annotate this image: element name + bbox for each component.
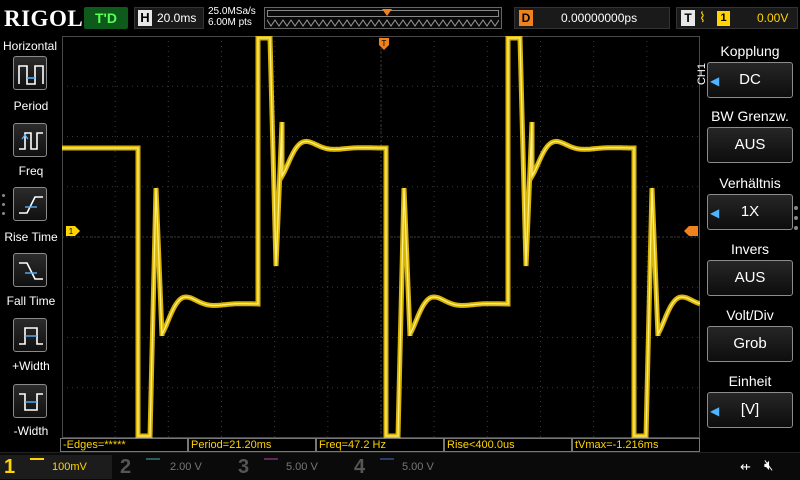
freq-button[interactable] [13,123,47,157]
delay-tag: D [519,10,533,26]
trigger-status-badge: T'D [84,7,128,29]
channel-1-number: 1 [4,456,16,478]
bandwidth-limit-title: BW Grenzw. [711,108,789,124]
memory-trigger-marker-icon [382,9,392,16]
trigger-tag: T [681,10,695,26]
acquisition-info: 25.0MSa/s 6.00M pts [208,6,256,28]
positive-width-label: +Width [12,359,50,373]
coupling-menu[interactable]: Kopplung DC ◀ [706,40,794,102]
channel-1-scale: 100mV [52,461,87,473]
usb-icon: ⇷ [740,459,751,474]
period-button[interactable] [13,56,47,90]
coupling-arrow-icon: ◀ [710,74,720,88]
channel-4-coupling-icon [380,458,394,461]
channel-1-reference-label: 1 [69,227,74,236]
channel-2-status[interactable]: 2 2.00 V [116,455,228,479]
period-label: Period [13,99,49,113]
rigol-logo: RIGOL [4,6,84,31]
rise-time-icon [19,196,43,214]
horizontal-tag: H [138,10,152,26]
top-status-bar: RIGOL T'D H 20.0ms 25.0MSa/s 6.00M pts D… [0,0,800,36]
volt-div-menu[interactable]: Volt/Div Grob [706,304,794,366]
invert-title: Invers [730,241,770,257]
probe-ratio-arrow-icon: ◀ [710,206,720,220]
probe-ratio-value[interactable]: 1X [707,194,793,230]
measurement-rise-time[interactable]: Rise<400.0us [444,438,572,452]
negative-width-button[interactable] [13,384,47,418]
measurement-negative-edges[interactable]: -Edges=***** [60,438,188,452]
positive-width-icon [19,327,43,345]
coupling-value[interactable]: DC [707,62,793,98]
scroll-dot [794,226,798,230]
memory-overview-bar[interactable] [264,7,502,29]
fall-time-icon [19,262,43,280]
probe-ratio-title: Verhältnis [719,175,781,191]
channel-3-scale: 5.00 V [286,461,318,473]
coupling-title: Kopplung [720,43,780,59]
scroll-dots [2,194,6,221]
volt-div-value[interactable]: Grob [707,326,793,362]
sample-rate: 25.0MSa/s [208,6,256,17]
channel-1-status[interactable]: 1 100mV [0,455,112,479]
menu-title: Horizontal [3,39,58,53]
channel-2-number: 2 [120,456,132,478]
negative-width-icon [19,393,43,411]
speaker-muted-icon[interactable]: 🔇︎ [764,457,773,474]
channel-status-bar: 1 100mV 2 2.00 V 3 5.00 V 4 5.00 V [0,452,800,480]
scroll-dot [794,206,798,210]
delay-value: 0.00000000ps [561,11,638,25]
channel-3-coupling-icon [264,458,278,461]
memory-waveform-preview [267,19,499,27]
channel-4-scale: 5.00 V [402,461,434,473]
measurement-time-vmax[interactable]: tVmax=-1.216ms [572,438,700,452]
scroll-dot [794,216,798,220]
rise-time-label: Rise Time [4,230,58,244]
waveform-canvas: T 1 [62,36,700,438]
measurement-frequency[interactable]: Freq=47.2 Hz [316,438,444,452]
unit-value[interactable]: [V] [707,392,793,428]
negative-width-label: -Width [13,424,49,438]
probe-ratio-menu[interactable]: Verhältnis 1X ◀ [706,172,794,234]
channel-2-scale: 2.00 V [170,461,202,473]
period-icon [18,65,44,85]
channel-3-number: 3 [238,456,250,478]
trigger-source-badge: 1 [717,11,730,26]
horizontal-measure-menu: Horizontal Period Freq Rise Time Fall Ti… [0,36,62,438]
invert-value[interactable]: AUS [707,260,793,296]
positive-width-button[interactable] [13,318,47,352]
trigger-level-value: 0.00V [757,11,789,25]
channel-3-status[interactable]: 3 5.00 V [234,455,346,479]
fall-time-button[interactable] [13,253,47,287]
unit-title: Einheit [728,373,772,389]
trigger-position-label: T [382,39,387,48]
freq-icon [19,132,43,150]
unit-menu[interactable]: Einheit [V] ◀ [706,370,794,432]
memory-depth: 6.00M pts [208,17,252,28]
trigger-edge-icon: ⌇ [699,9,706,25]
rise-time-button[interactable] [13,187,47,221]
invert-menu[interactable]: Invers AUS [706,238,794,300]
volt-div-title: Volt/Div [726,307,774,323]
measurement-period[interactable]: Period=21.20ms [188,438,316,452]
measurement-results-bar: -Edges=***** Period=21.20ms Freq=47.2 Hz… [60,438,700,452]
bandwidth-limit-menu[interactable]: BW Grenzw. AUS [706,105,794,167]
waveform-display[interactable]: T 1 [62,36,700,438]
bandwidth-limit-value[interactable]: AUS [707,127,793,163]
horizontal-timebase-box[interactable]: H 20.0ms [134,7,204,29]
channel-1-coupling-icon [30,458,44,461]
trigger-settings-box[interactable]: T ⌇ 1 0.00V [676,7,798,29]
timebase-value: 20.0ms [157,11,197,25]
channel-4-status[interactable]: 4 5.00 V [350,455,462,479]
channel-4-number: 4 [354,456,366,478]
horizontal-delay-box[interactable]: D 0.00000000ps [514,7,670,29]
channel-2-coupling-icon [146,458,160,461]
freq-label: Freq [18,164,44,178]
unit-arrow-icon: ◀ [710,404,720,418]
fall-time-label: Fall Time [6,294,56,308]
